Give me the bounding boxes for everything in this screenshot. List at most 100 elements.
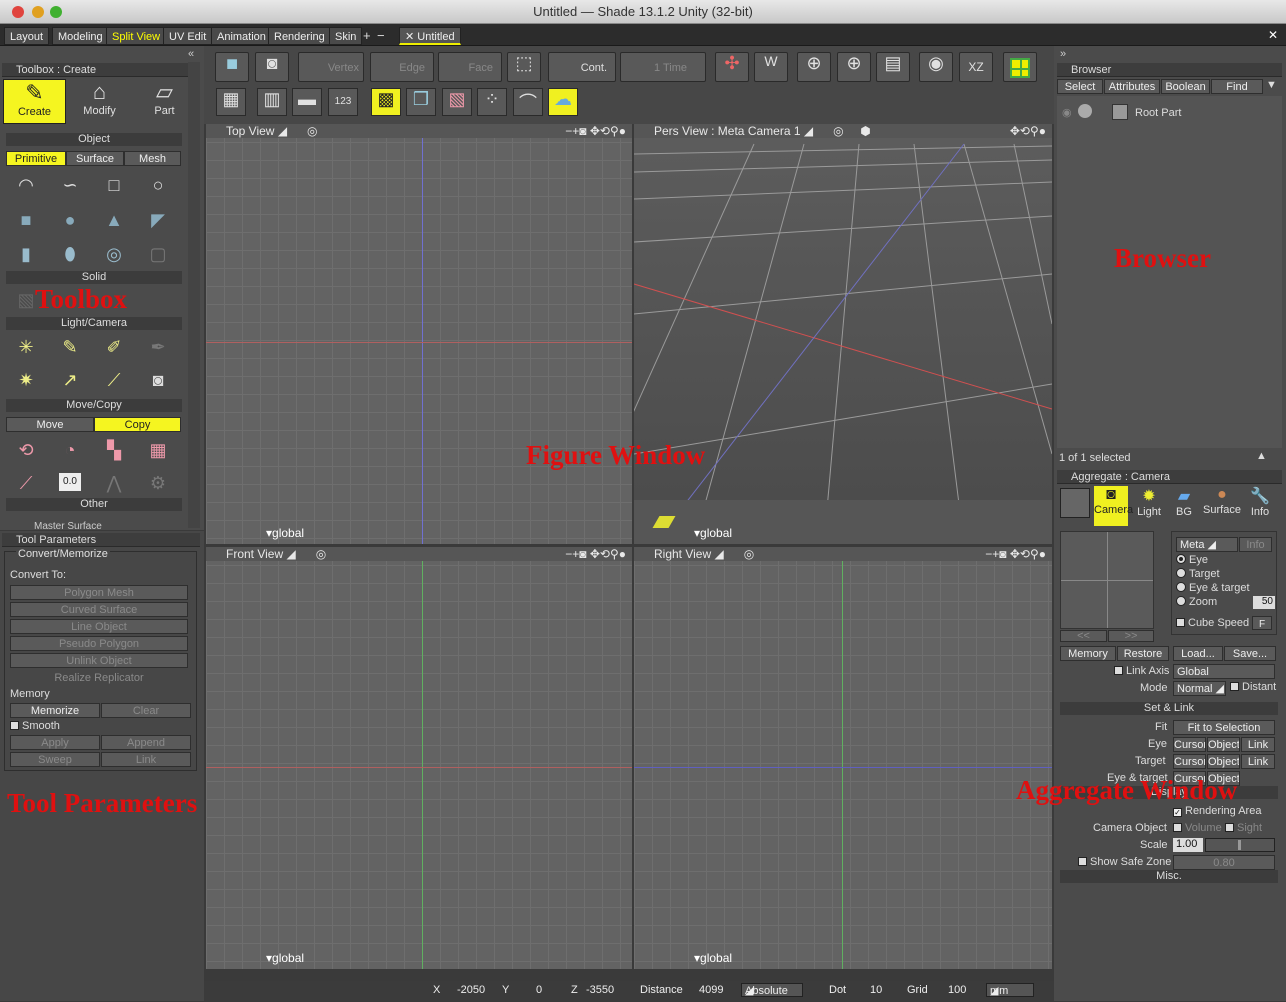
boolean-menu[interactable]: Boolean (1161, 79, 1210, 94)
grid-copy-icon[interactable]: ▦ (147, 439, 169, 461)
solid-tool-icon[interactable]: ▧ (15, 289, 37, 311)
view-cube-button[interactable]: ■ (215, 52, 249, 82)
coordinate-mode-select[interactable]: Absolute ◢ (741, 983, 803, 997)
preview-next-button[interactable]: >> (1108, 630, 1154, 642)
curve-light-icon[interactable]: ↗ (59, 369, 81, 391)
apply-button[interactable]: Apply (10, 735, 100, 750)
perspective-view[interactable]: Pers View : Meta Camera 1 ◢ ◎ ⬢ ✥⟲⚲● ▾glo… (634, 124, 1052, 544)
snap-target-button[interactable]: ⊕ (797, 52, 831, 82)
tab-rendering[interactable]: Rendering (268, 27, 331, 45)
center-target-button[interactable]: ⊕ (837, 52, 871, 82)
sweep-button[interactable]: Sweep (10, 752, 100, 767)
find-menu[interactable]: Find (1211, 79, 1263, 94)
top-view-controls[interactable]: −+◙ ✥⟲⚲● (565, 124, 626, 138)
memorize-button[interactable]: Memorize (10, 703, 100, 718)
shear-tool-icon[interactable]: ⟋ (15, 472, 37, 494)
point-light-icon[interactable]: ✳ (15, 336, 37, 358)
camera-info-button[interactable]: Info (1239, 537, 1272, 552)
grid-table-button[interactable]: ▥ (257, 88, 287, 116)
pers-view-controls[interactable]: ✥⟲⚲● (1010, 124, 1046, 138)
append-button[interactable]: Append (101, 735, 191, 750)
preview-prev-button[interactable]: << (1060, 630, 1107, 642)
restore-button[interactable]: Restore (1117, 646, 1169, 661)
document-tab-untitled[interactable]: ✕ Untitled (399, 27, 461, 45)
target-link-button[interactable]: Link (1241, 754, 1275, 769)
light-camera-section[interactable]: Light/Camera (6, 317, 182, 330)
eye-cursor-button[interactable]: Cursor (1173, 737, 1206, 752)
eye-target-radio[interactable]: Eye & target (1176, 582, 1250, 594)
shading-button[interactable]: ☁ (548, 88, 578, 116)
close-window-icon[interactable] (12, 6, 24, 18)
globe-button[interactable]: ◉ (919, 52, 953, 82)
aggregate-tab-camera[interactable]: ◙ Camera (1094, 486, 1133, 526)
mesh-grid-button[interactable]: ▧ (442, 88, 472, 116)
grid-snap-button[interactable]: ▩ (371, 88, 401, 116)
cubes-button[interactable]: ❒ (406, 88, 436, 116)
grid-view-button[interactable]: ▦ (216, 88, 246, 116)
continuous-button[interactable]: Cont. (548, 52, 616, 82)
world-axis-button[interactable]: W (754, 52, 788, 82)
eye-radio[interactable]: Eye (1176, 554, 1208, 566)
disc-tool-icon[interactable]: ▢ (147, 243, 169, 265)
directional-light-icon[interactable]: ⟋ (103, 369, 125, 391)
tab-layout[interactable]: Layout (4, 27, 50, 45)
rectangle-tool-icon[interactable]: □ (103, 174, 125, 196)
axis-gizmo-button[interactable]: ✣ (715, 52, 749, 82)
set-link-section[interactable]: Set & Link (1060, 702, 1278, 715)
numeric-input-icon[interactable]: 0.0 (59, 473, 81, 491)
wedge-tool-icon[interactable]: ◤ (147, 209, 169, 231)
eye-link-button[interactable]: Link (1241, 737, 1275, 752)
misc-section[interactable]: Misc. (1060, 870, 1278, 883)
xz-plane-button[interactable]: XZ (959, 52, 993, 82)
volume-checkbox[interactable]: Volume (1173, 822, 1222, 834)
circle-tool-icon[interactable]: ○ (147, 174, 169, 196)
cube-speed-select[interactable]: F (1252, 616, 1272, 630)
curve-tool-icon[interactable]: ◠ (15, 174, 37, 196)
zoom-value-field[interactable]: 50 (1253, 596, 1275, 609)
load-button[interactable]: Load... (1173, 646, 1223, 661)
quad-view-button[interactable] (1003, 52, 1037, 82)
unit-select[interactable]: mm ◢ (986, 983, 1034, 997)
cone-tool-icon[interactable]: ▲ (103, 209, 125, 231)
toolbox-scrollbar[interactable] (188, 62, 200, 528)
area-light-icon[interactable]: ✐ (103, 336, 125, 358)
tab-skin[interactable]: Skin (329, 27, 363, 45)
zoom-window-icon[interactable] (50, 6, 62, 18)
target-cursor-button[interactable]: Cursor (1173, 754, 1206, 769)
clear-button[interactable]: Clear (101, 703, 191, 718)
tab-modeling[interactable]: Modeling (52, 27, 109, 45)
layers-button[interactable]: ▤ (876, 52, 910, 82)
camera-tool-icon[interactable]: ◙ (147, 369, 169, 391)
points-button[interactable]: ⁘ (477, 88, 507, 116)
remove-tab-icon[interactable]: − (377, 28, 385, 43)
vehicle-button[interactable]: ▬ (292, 88, 322, 116)
show-safe-zone-checkbox[interactable]: Show Safe Zone (1078, 856, 1171, 868)
camera-select[interactable]: Meta ◢ (1176, 537, 1238, 552)
aggregate-tab-bg[interactable]: ▰ BG (1169, 486, 1199, 526)
mode-select[interactable]: Normal ◢ (1173, 681, 1226, 696)
cylinder-tool-icon[interactable]: ▮ (15, 243, 37, 265)
part-mode-button[interactable]: ▱ Part (133, 79, 196, 124)
primitive-button[interactable]: Primitive (6, 151, 66, 166)
select-menu[interactable]: Select (1057, 79, 1103, 94)
torus-tool-icon[interactable]: ◎ (103, 243, 125, 265)
eye-object-button[interactable]: Object (1207, 737, 1240, 752)
rendering-area-checkbox[interactable]: ✓ Rendering Area (1173, 805, 1261, 817)
spot-light-icon[interactable]: ✎ (59, 336, 81, 358)
one-time-button[interactable]: 1 Time (620, 52, 706, 82)
bridge-button[interactable]: ⌒ (513, 88, 543, 116)
edge-mode-button[interactable]: Edge (370, 52, 434, 82)
aggregate-tab-surface[interactable]: ● Surface (1201, 486, 1243, 526)
other-section[interactable]: Other (6, 498, 182, 511)
object-section[interactable]: Object (6, 133, 182, 146)
capsule-tool-icon[interactable]: ⬮ (59, 243, 81, 265)
mirror-tool-icon[interactable]: ⋀ (103, 472, 125, 494)
expand-right-icon[interactable]: » (1060, 48, 1066, 60)
tab-animation[interactable]: Animation (211, 27, 272, 45)
lock-toggle-icon[interactable] (1078, 104, 1092, 118)
right-view-controls[interactable]: −+◙ ✥⟲⚲● (985, 547, 1046, 561)
face-mode-button[interactable]: Face (438, 52, 502, 82)
front-view-controls[interactable]: −+◙ ✥⟲⚲● (565, 547, 626, 561)
polygon-mesh-button[interactable]: Polygon Mesh (10, 585, 188, 600)
rect-select-button[interactable]: ⬚ (507, 52, 541, 82)
